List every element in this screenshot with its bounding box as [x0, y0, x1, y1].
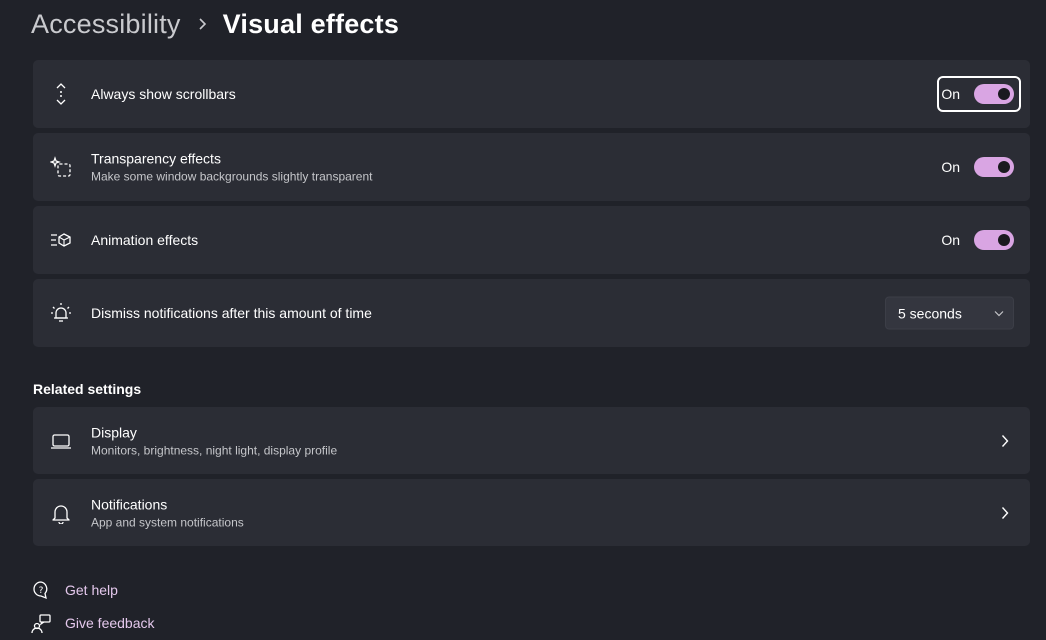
setting-title: Always show scrollbars	[91, 86, 236, 102]
related-item-title: Notifications	[91, 496, 168, 512]
notification-timer-icon	[50, 302, 72, 324]
chevron-right-icon	[181, 17, 223, 31]
toggle-switch[interactable]	[974, 84, 1014, 104]
give-feedback-label: Give feedback	[65, 615, 155, 631]
setting-animation-effects: Animation effects On	[33, 206, 1030, 274]
transparency-toggle[interactable]: On	[937, 149, 1021, 185]
transparency-icon	[50, 156, 72, 178]
dropdown-value: 5 seconds	[898, 305, 962, 321]
setting-transparency-effects: Transparency effects Make some window ba…	[33, 133, 1030, 201]
toggle-switch[interactable]	[974, 157, 1014, 177]
feedback-icon	[31, 613, 51, 633]
setting-title: Dismiss notifications after this amount …	[91, 305, 372, 321]
toggle-state-label: On	[941, 232, 960, 248]
breadcrumb: Accessibility Visual effects	[31, 4, 399, 44]
toggle-knob	[998, 161, 1010, 173]
breadcrumb-parent[interactable]: Accessibility	[31, 9, 181, 40]
chevron-down-icon	[985, 310, 1013, 316]
svg-text:?: ?	[39, 586, 44, 596]
settings-page: Accessibility Visual effects Always show…	[0, 0, 1046, 640]
related-item-description: App and system notifications	[91, 515, 244, 529]
laptop-icon	[50, 430, 72, 452]
setting-title: Animation effects	[91, 232, 199, 248]
toggle-state-label: On	[941, 86, 960, 102]
related-settings-heading: Related settings	[33, 381, 142, 397]
toggle-state-label: On	[941, 159, 960, 175]
toggle-knob	[998, 88, 1010, 100]
toggle-switch[interactable]	[974, 230, 1014, 250]
get-help-link[interactable]: ? Get help	[31, 579, 118, 601]
setting-description: Make some window backgrounds slightly tr…	[91, 169, 373, 184]
related-item-description: Monitors, brightness, night light, displ…	[91, 443, 338, 457]
scrollbar-icon	[50, 83, 72, 105]
setting-title: Transparency effects	[91, 150, 221, 167]
notification-duration-dropdown[interactable]: 5 seconds	[885, 296, 1014, 330]
related-item-notifications[interactable]: Notifications App and system notificatio…	[33, 479, 1030, 546]
setting-always-show-scrollbars: Always show scrollbars On	[33, 60, 1030, 128]
related-item-title: Display	[91, 424, 137, 440]
bell-icon	[50, 502, 72, 524]
setting-dismiss-notifications: Dismiss notifications after this amount …	[33, 279, 1030, 347]
toggle-knob	[998, 234, 1010, 246]
help-chat-icon: ?	[31, 580, 51, 600]
chevron-right-icon	[999, 433, 1011, 449]
get-help-label: Get help	[65, 582, 118, 598]
animation-toggle[interactable]: On	[937, 222, 1021, 258]
give-feedback-link[interactable]: Give feedback	[31, 612, 155, 634]
chevron-right-icon	[999, 505, 1011, 521]
related-item-display[interactable]: Display Monitors, brightness, night ligh…	[33, 407, 1030, 474]
scrollbars-toggle[interactable]: On	[937, 76, 1021, 112]
page-title: Visual effects	[222, 8, 400, 39]
animation-icon	[50, 229, 72, 251]
